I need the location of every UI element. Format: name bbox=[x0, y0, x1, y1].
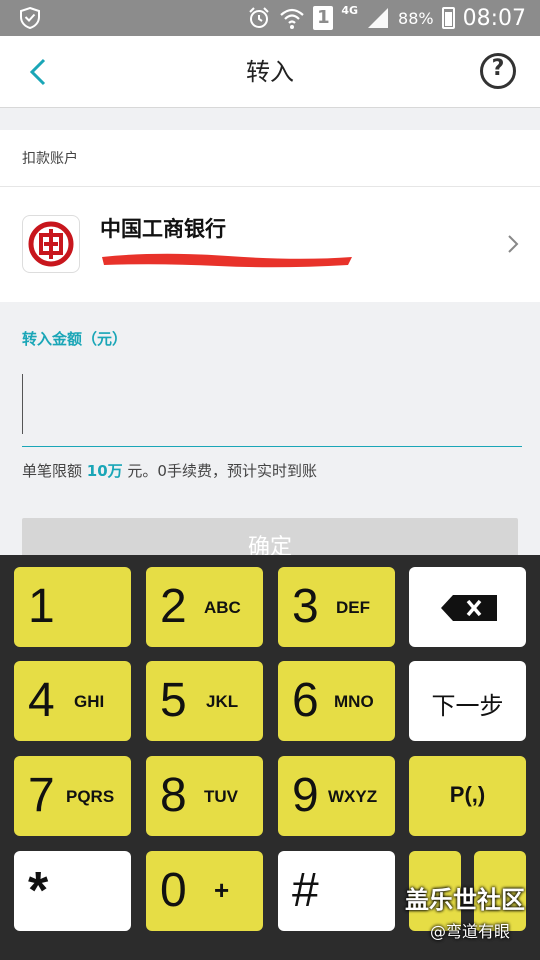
limit-prefix: 单笔限额 bbox=[22, 462, 87, 480]
alarm-icon bbox=[249, 7, 270, 28]
key-5[interactable]: 5 JKL bbox=[146, 661, 263, 741]
icbc-logo-icon bbox=[28, 221, 74, 267]
app-header: 转入 ? bbox=[0, 36, 540, 108]
key-letters: PQRS bbox=[66, 787, 115, 806]
key-1[interactable]: 1 bbox=[14, 567, 131, 647]
next-step-key[interactable]: 下一步 bbox=[409, 661, 526, 741]
limit-amount: 10万 bbox=[86, 462, 123, 480]
key-letters: DEF bbox=[336, 598, 370, 617]
watermark-author: @弯道有眼 bbox=[430, 922, 511, 941]
key-digit: 6 bbox=[292, 674, 319, 727]
limit-note: 单笔限额 10万 元。0手续费，预计实时到账 bbox=[22, 460, 317, 481]
wifi-icon bbox=[280, 8, 305, 29]
key-star[interactable]: * bbox=[14, 851, 131, 931]
key-letters: WXYZ bbox=[328, 787, 378, 806]
sim-1-icon: 1 bbox=[313, 6, 334, 30]
icbc-logo bbox=[22, 215, 80, 273]
bank-name: 中国工商银行 bbox=[100, 217, 226, 241]
cell-signal-icon bbox=[368, 8, 389, 28]
pause-label: P(,) bbox=[449, 782, 486, 807]
key-digit: 3 bbox=[292, 580, 319, 633]
amount-input[interactable] bbox=[22, 372, 522, 447]
key-8[interactable]: 8 TUV bbox=[146, 756, 263, 836]
text-caret bbox=[22, 374, 23, 434]
key-4[interactable]: 4 GHI bbox=[14, 661, 131, 741]
key-digit: 1 bbox=[28, 580, 55, 633]
key-digit: 2 bbox=[160, 580, 187, 633]
key-letters: JKL bbox=[206, 692, 239, 711]
network-type: 4G bbox=[341, 3, 359, 17]
key-2[interactable]: 2 ABC bbox=[146, 567, 263, 647]
status-bar: 1 4G 88% 08:07 bbox=[0, 0, 540, 36]
next-step-label: 下一步 bbox=[431, 692, 504, 720]
debit-account-label: 扣款账户 bbox=[22, 151, 78, 167]
key-letters: ABC bbox=[204, 598, 241, 617]
bank-account-selector[interactable]: 中国工商银行 bbox=[0, 186, 540, 302]
help-icon[interactable]: ? bbox=[480, 53, 516, 89]
backspace-icon bbox=[441, 595, 497, 621]
key-9[interactable]: 9 WXYZ bbox=[278, 756, 395, 836]
key-letters: TUV bbox=[204, 787, 238, 806]
key-digit: 9 bbox=[292, 769, 319, 822]
pause-key[interactable]: P(,) bbox=[409, 756, 526, 836]
key-letters: GHI bbox=[74, 692, 105, 711]
key-6[interactable]: 6 MNO bbox=[278, 661, 395, 741]
debit-account-header: 扣款账户 bbox=[0, 130, 540, 186]
key-digit: 8 bbox=[160, 769, 187, 822]
key-digit: 4 bbox=[28, 674, 55, 727]
page-title: 转入 bbox=[246, 58, 294, 86]
key-digit: 0 bbox=[160, 864, 187, 917]
key-hash[interactable]: # bbox=[278, 851, 395, 931]
battery-icon bbox=[441, 7, 455, 29]
key-letters: MNO bbox=[334, 692, 374, 711]
shield-icon bbox=[20, 6, 40, 30]
key-3[interactable]: 3 DEF bbox=[278, 567, 395, 647]
delete-key[interactable] bbox=[409, 567, 526, 647]
limit-suffix: 元。0手续费，预计实时到账 bbox=[122, 462, 317, 480]
key-letters: + bbox=[214, 875, 230, 905]
key-digit: 7 bbox=[28, 769, 55, 822]
key-0[interactable]: 0 + bbox=[146, 851, 263, 931]
watermark-title: 盖乐世社区 bbox=[405, 886, 525, 914]
clock: 08:07 bbox=[462, 5, 526, 31]
chevron-right-icon bbox=[508, 235, 519, 253]
amount-label: 转入金额（元） bbox=[22, 330, 128, 348]
key-digit: 5 bbox=[160, 674, 187, 727]
redacted-account-number bbox=[102, 253, 352, 268]
key-digit: * bbox=[28, 862, 49, 920]
key-digit: # bbox=[292, 864, 319, 917]
battery-percent: 88% bbox=[398, 8, 434, 28]
key-7[interactable]: 7 PQRS bbox=[14, 756, 131, 836]
